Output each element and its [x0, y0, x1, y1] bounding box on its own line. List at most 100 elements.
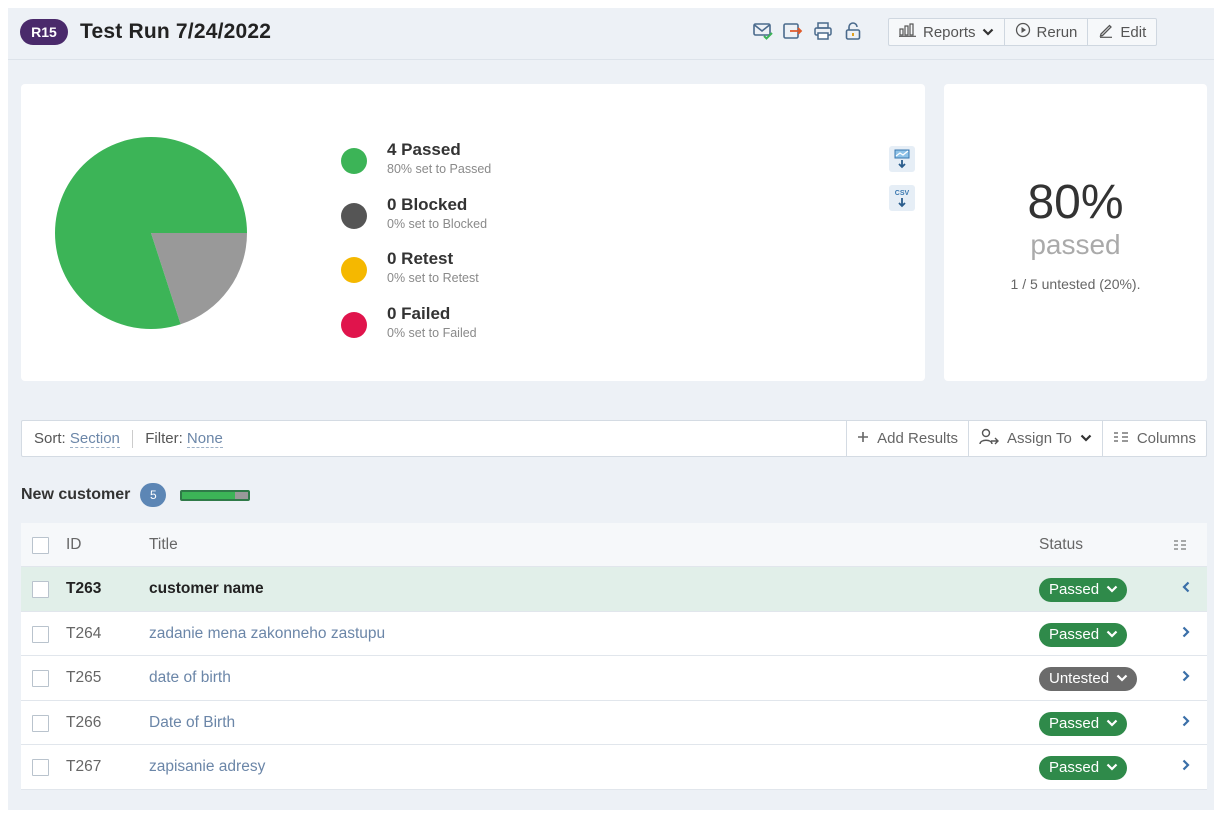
edit-label: Edit	[1120, 23, 1147, 41]
table-row[interactable]: T266 Date of Birth Passed	[21, 700, 1207, 745]
test-id: T265	[66, 669, 102, 686]
legend-label: 0 Blocked	[387, 194, 468, 214]
chevron-right-icon[interactable]	[1181, 656, 1191, 700]
section-progress-fill	[182, 491, 236, 499]
section-title[interactable]: New customer	[21, 486, 130, 504]
chevron-down-icon	[1106, 623, 1118, 647]
status-label: Passed	[1049, 625, 1100, 643]
table-row[interactable]: T264 zadanie mena zakonneho zastupu Passed	[21, 611, 1207, 656]
test-title-link[interactable]: zapisanie adresy	[149, 745, 265, 789]
header-button-group: Reports Rerun Edit	[888, 18, 1158, 46]
status-dropdown[interactable]: Untested	[1039, 667, 1138, 691]
row-checkbox[interactable]	[32, 759, 49, 776]
legend-sublabel: 80% set to Passed	[387, 162, 492, 176]
column-header-status[interactable]: Status	[1039, 523, 1083, 567]
page-title: Test Run 7/24/2022	[80, 20, 272, 43]
unlock-icon[interactable]	[842, 20, 864, 42]
legend-label: 0 Retest	[387, 249, 454, 268]
test-title-link[interactable]: zadanie mena zakonneho zastupu	[149, 612, 385, 656]
edit-button[interactable]: Edit	[1088, 19, 1156, 45]
section-header: New customer 5	[21, 483, 251, 507]
export-icon[interactable]	[782, 20, 804, 42]
chevron-right-icon[interactable]	[1181, 745, 1191, 789]
table-row[interactable]: T263 customer name Passed	[21, 567, 1207, 612]
sort-filter-area: Sort: Section Filter: None	[34, 421, 223, 456]
untested-summary: 1 / 5 untested (20%).	[1010, 276, 1141, 292]
chevron-down-icon	[1116, 667, 1128, 691]
legend-label: 4 Passed	[387, 140, 461, 159]
pass-rate-card: 80% passed 1 / 5 untested (20%).	[944, 84, 1207, 381]
section-count-badge: 5	[140, 483, 167, 507]
add-results-button[interactable]: Add Results	[846, 421, 968, 456]
column-header-id[interactable]: ID	[66, 523, 82, 567]
legend-item: 0 Failed 0% set to Failed	[331, 304, 491, 359]
csv-export-icon[interactable]: CSV	[889, 185, 915, 211]
status-label: Passed	[1049, 714, 1100, 732]
row-checkbox[interactable]	[32, 625, 49, 643]
columns-icon	[1113, 430, 1129, 447]
reports-button[interactable]: Reports	[889, 19, 1005, 45]
status-label: Passed	[1049, 759, 1100, 776]
status-dropdown[interactable]: Passed	[1039, 578, 1128, 602]
assign-to-label: Assign To	[1007, 430, 1072, 447]
column-settings-icon[interactable]	[1173, 538, 1187, 554]
select-all-checkbox[interactable]	[32, 537, 49, 554]
legend-sublabel: 0% set to Blocked	[387, 216, 488, 231]
status-dropdown[interactable]: Passed	[1039, 622, 1128, 647]
status-dropdown[interactable]: Passed	[1039, 756, 1128, 780]
status-label: Untested	[1049, 670, 1110, 687]
test-run-page: R15 Test Run 7/24/2022 Reports Rerun Edi…	[8, 8, 1214, 810]
sort-value-link[interactable]: Section	[69, 430, 120, 448]
status-summary-card: 4 Passed 80% set to Passed 0 Blocked 0% set…	[21, 84, 925, 381]
legend-item: 4 Passed 80% set to Passed	[331, 140, 491, 195]
filter-value-link[interactable]: None	[186, 430, 223, 448]
assign-to-button[interactable]: Assign To	[968, 421, 1102, 456]
columns-button[interactable]: Columns	[1101, 421, 1206, 456]
legend-color-dot	[341, 257, 367, 283]
rerun-label: Rerun	[1036, 23, 1078, 41]
status-dropdown[interactable]: Passed	[1039, 711, 1128, 736]
plus-icon	[857, 430, 869, 447]
pass-percentage: 80%	[1027, 176, 1124, 229]
csv-label: CSV	[895, 190, 910, 197]
legend-sublabel: 0% set to Retest	[387, 271, 479, 285]
row-checkbox[interactable]	[32, 670, 49, 687]
email-check-icon[interactable]	[752, 20, 774, 42]
legend-color-dot	[341, 311, 367, 338]
row-checkbox[interactable]	[32, 581, 49, 598]
chevron-right-icon[interactable]	[1181, 612, 1191, 656]
test-title-link[interactable]: customer name	[149, 567, 264, 611]
legend-item: 0 Blocked 0% set to Blocked	[331, 195, 491, 250]
chevron-right-icon[interactable]	[1181, 701, 1191, 745]
add-results-label: Add Results	[877, 430, 959, 447]
column-header-title[interactable]: Title	[149, 523, 178, 567]
test-title-link[interactable]: date of birth	[149, 656, 231, 700]
test-results-table: ID Title Status T263 customer name Passed T…	[21, 523, 1207, 790]
section-progress-bar	[180, 489, 251, 501]
run-id-badge: R15	[20, 19, 68, 45]
rerun-button[interactable]: Rerun	[1005, 19, 1089, 45]
table-row[interactable]: T267 zapisanie adresy Passed	[21, 745, 1207, 790]
results-toolbar: Sort: Section Filter: None Add Results A…	[21, 420, 1207, 457]
print-icon[interactable]	[812, 20, 834, 42]
chevron-left-icon[interactable]	[1181, 567, 1191, 611]
sort-label: Sort:	[34, 430, 66, 447]
assign-user-icon	[979, 428, 1000, 450]
legend-color-dot	[341, 148, 367, 174]
legend-color-dot	[341, 202, 367, 229]
chevron-down-icon	[1106, 756, 1118, 780]
status-legend: 4 Passed 80% set to Passed 0 Blocked 0% set…	[331, 140, 491, 358]
status-label: Passed	[1049, 581, 1100, 598]
columns-label: Columns	[1136, 430, 1196, 447]
pencil-icon	[1098, 22, 1114, 42]
row-checkbox[interactable]	[32, 714, 49, 732]
legend-item: 0 Retest 0% set to Retest	[331, 249, 491, 304]
play-circle-icon	[1015, 22, 1031, 42]
chevron-down-icon	[1080, 430, 1092, 447]
table-row[interactable]: T265 date of birth Untested	[21, 656, 1207, 701]
toolbar-actions: Add Results Assign To Columns	[846, 421, 1206, 456]
reports-label: Reports	[923, 23, 976, 41]
chart-export-icon[interactable]	[889, 146, 915, 172]
test-title-link[interactable]: Date of Birth	[149, 701, 235, 745]
filter-label: Filter:	[145, 430, 183, 447]
